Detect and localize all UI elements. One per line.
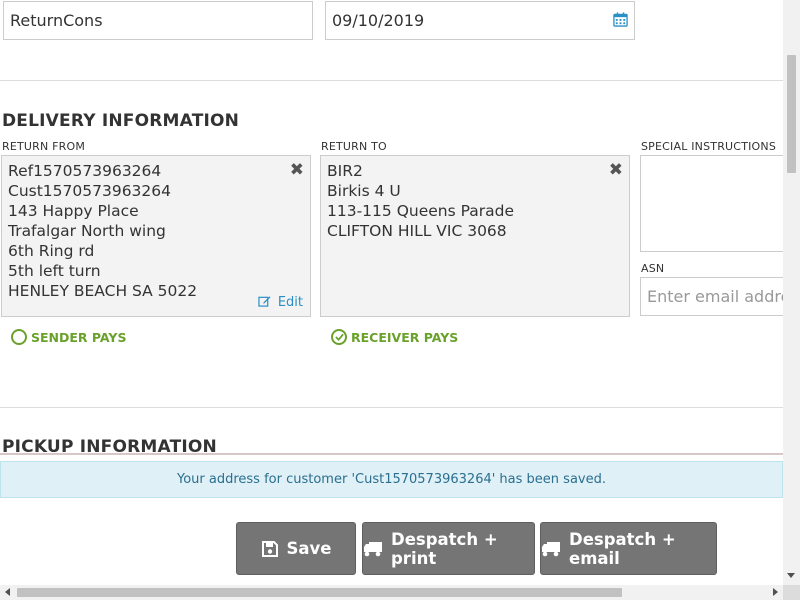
despatch-print-button[interactable]: Despatch + print	[362, 522, 535, 575]
address-line: Trafalgar North wing	[8, 222, 166, 240]
horizontal-scrollbar[interactable]	[0, 585, 783, 600]
delivery-section-title: DELIVERY INFORMATION	[2, 111, 240, 131]
despatch-email-label: Despatch + email	[569, 529, 676, 568]
address-line: Birkis 4 U	[327, 182, 401, 200]
receiver-pays-radio[interactable]: RECEIVER PAYS	[331, 329, 458, 345]
remove-return-to-icon[interactable]: ✖	[609, 161, 623, 179]
address-line: 143 Happy Place	[8, 202, 139, 220]
edit-icon	[258, 295, 275, 310]
page-viewport: ReturnCons 09/10/2019 DELIVERY INFORMATI…	[0, 0, 783, 585]
address-line: HENLEY BEACH SA 5022	[8, 282, 198, 300]
asn-placeholder: Enter email address	[647, 287, 783, 306]
special-instructions-label: SPECIAL INSTRUCTIONS	[641, 140, 777, 153]
edit-link-label: Edit	[277, 295, 303, 310]
save-button[interactable]: Save	[236, 522, 356, 575]
section-divider	[0, 80, 783, 81]
asn-label: ASN	[641, 262, 665, 275]
despatch-print-label: Despatch + print	[391, 529, 498, 568]
date-input[interactable]: 09/10/2019	[325, 1, 635, 40]
return-to-address: BIR2 Birkis 4 U 113-115 Queens Parade CL…	[327, 161, 514, 241]
vertical-scrollbar[interactable]	[783, 0, 800, 585]
edit-return-from-link[interactable]: Edit	[258, 295, 303, 310]
sender-pays-label: SENDER PAYS	[31, 329, 127, 345]
return-from-label: RETURN FROM	[2, 140, 86, 153]
address-line: Cust1570573963264	[8, 182, 171, 200]
date-input-value: 09/10/2019	[332, 11, 425, 30]
sticky-divider	[0, 453, 783, 455]
address-line: Ref1570573963264	[8, 162, 162, 180]
truck-icon	[541, 541, 561, 557]
scroll-left-arrow-icon[interactable]	[5, 588, 10, 596]
section-divider	[0, 407, 783, 408]
reference-input[interactable]: ReturnCons	[3, 1, 313, 40]
special-instructions-textarea[interactable]	[640, 155, 783, 252]
vertical-scrollbar-thumb[interactable]	[787, 55, 796, 173]
receiver-pays-label: RECEIVER PAYS	[351, 329, 459, 345]
remove-return-from-icon[interactable]: ✖	[290, 161, 304, 179]
scroll-down-arrow-icon[interactable]	[787, 573, 795, 578]
reference-input-value: ReturnCons	[10, 11, 103, 30]
address-line: CLIFTON HILL VIC 3068	[327, 222, 507, 240]
calendar-icon[interactable]	[613, 12, 628, 27]
address-line: BIR2	[327, 162, 363, 180]
address-saved-alert: Your address for customer 'Cust157057396…	[0, 461, 783, 498]
scroll-right-arrow-icon[interactable]	[773, 588, 778, 596]
return-from-address: Ref1570573963264 Cust1570573963264 143 H…	[8, 161, 197, 301]
return-to-label: RETURN TO	[321, 140, 387, 153]
asn-email-input[interactable]: Enter email address	[640, 277, 783, 316]
sender-pays-radio[interactable]: SENDER PAYS	[11, 329, 126, 345]
address-line: 113-115 Queens Parade	[327, 202, 515, 220]
scrollbar-corner	[783, 585, 800, 600]
return-from-address-box[interactable]: Ref1570573963264 Cust1570573963264 143 H…	[1, 155, 311, 317]
check-circle-icon	[331, 329, 347, 345]
despatch-email-button[interactable]: Despatch + email	[540, 522, 717, 575]
address-line: 6th Ring rd	[8, 242, 95, 260]
horizontal-scrollbar-thumb[interactable]	[17, 588, 622, 597]
alert-message: Your address for customer 'Cust157057396…	[177, 472, 606, 487]
save-button-label: Save	[286, 539, 332, 558]
return-to-address-box[interactable]: BIR2 Birkis 4 U 113-115 Queens Parade CL…	[320, 155, 630, 317]
address-line: 5th left turn	[8, 262, 101, 280]
truck-icon	[363, 541, 383, 557]
floppy-disk-icon	[261, 540, 279, 558]
radio-unchecked-icon	[11, 329, 27, 345]
